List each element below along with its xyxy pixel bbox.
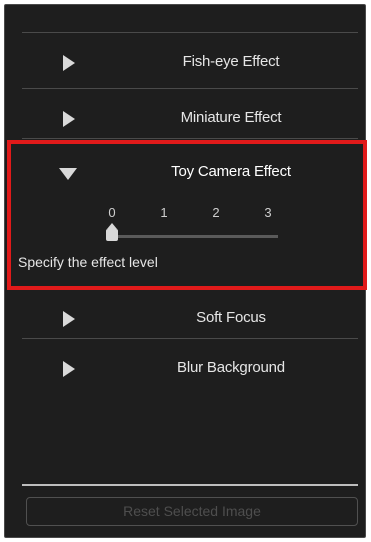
slider-track[interactable] [112,235,278,238]
divider [22,88,358,89]
divider [22,484,358,486]
slider-thumb[interactable] [106,223,118,241]
expand-arrow-icon[interactable] [63,111,75,127]
expand-arrow-icon[interactable] [63,361,75,377]
divider [22,288,358,289]
effect-row-soft-focus[interactable]: Soft Focus [5,294,357,344]
slider-tick-label: 2 [212,205,220,220]
effect-row-fish-eye[interactable]: Fish-eye Effect [5,38,357,88]
effect-row-miniature[interactable]: Miniature Effect [5,94,357,144]
divider [22,32,358,33]
effect-label: Miniature Effect [180,109,282,126]
effect-level-slider[interactable]: 0 1 2 3 [106,205,282,245]
effect-row-toy-camera[interactable]: Toy Camera Effect [5,148,357,198]
effect-row-blur-background[interactable]: Blur Background [5,344,357,394]
slider-tick-label: 1 [160,205,168,220]
reset-selected-image-button[interactable]: Reset Selected Image [26,497,358,526]
effect-label: Blur Background [177,359,285,376]
expand-arrow-icon[interactable] [63,311,75,327]
effect-label: Toy Camera Effect [171,163,291,180]
collapse-arrow-icon[interactable] [59,168,77,180]
slider-description: Specify the effect level [18,254,158,270]
effect-label: Soft Focus [196,309,266,326]
effect-label: Fish-eye Effect [182,53,280,70]
expand-arrow-icon[interactable] [63,55,75,71]
slider-tick-label: 3 [264,205,272,220]
slider-tick-label: 0 [108,205,116,220]
